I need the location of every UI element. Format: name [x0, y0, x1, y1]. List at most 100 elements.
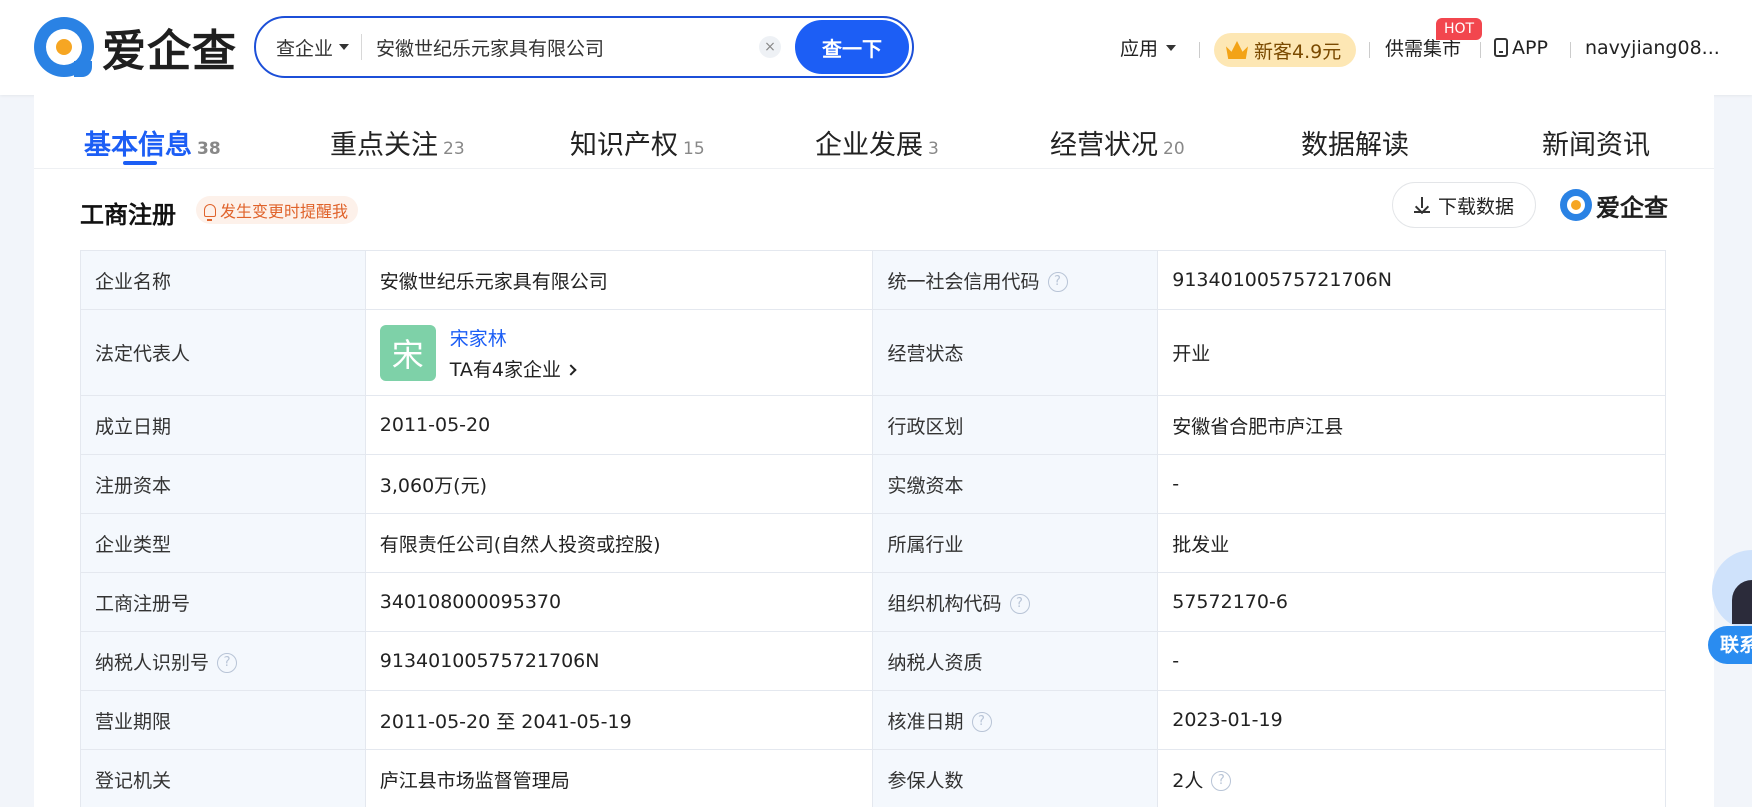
tab-count: 3 — [928, 139, 939, 159]
founded-value: 2011-05-20 — [364, 395, 874, 455]
cell-label: 纳税人识别号? — [80, 631, 366, 691]
app-menu[interactable]: 应用 — [1120, 0, 1177, 95]
org-code-label: 组织机构代码 — [887, 592, 1002, 615]
search-type-label: 查企业 — [276, 37, 334, 60]
search-input[interactable]: 安徽世纪乐元家具有限公司 — [376, 34, 759, 61]
logo-icon — [1560, 189, 1592, 221]
credit-code-value: 91340100575721706N — [1157, 250, 1666, 310]
tab-ip[interactable]: 知识产权 15 — [570, 123, 705, 162]
table-row: 工商注册号 340108000095370 组织机构代码? 57572170-6 — [80, 572, 1666, 632]
taxpayer-id-label: 纳税人识别号 — [95, 651, 210, 674]
cell-label: 企业名称 — [80, 250, 366, 310]
app-download-link[interactable]: APP — [1494, 0, 1548, 95]
user-menu[interactable]: navyjiang08... — [1585, 0, 1720, 95]
cell-label: 纳税人资质 — [872, 631, 1159, 691]
org-code-value: 57572170-6 — [1157, 572, 1666, 632]
brand-text: 爱企查 — [1596, 193, 1668, 222]
insured-value: 2人 — [1172, 769, 1204, 792]
phone-icon — [1494, 38, 1508, 57]
tab-label: 新闻资讯 — [1542, 130, 1650, 161]
table-row: 注册资本 3,060万(元) 实缴资本 - — [80, 454, 1666, 514]
legal-rep-link[interactable]: 宋家林 — [450, 324, 575, 351]
contact-button[interactable]: 联系 — [1708, 626, 1752, 664]
cell-label: 参保人数 — [872, 749, 1159, 807]
tab-label: 重点关注 — [330, 130, 438, 161]
cell-label: 工商注册号 — [80, 572, 366, 632]
market-link[interactable]: 供需集市 — [1385, 0, 1461, 95]
table-row: 法定代表人 宋 宋家林 TA有4家企业 经营状态 开业 — [80, 309, 1666, 396]
cell-label: 注册资本 — [80, 454, 366, 514]
contact-float-widget[interactable]: 联系 — [1708, 550, 1752, 670]
app-link-label: APP — [1512, 36, 1548, 59]
cell-label: 营业期限 — [80, 690, 366, 750]
insured-cell: 2人? — [1157, 749, 1666, 807]
cell-label: 行政区划 — [872, 395, 1159, 455]
company-name-value: 安徽世纪乐元家具有限公司 — [364, 250, 874, 310]
help-icon[interactable]: ? — [217, 653, 238, 673]
paid-capital-value: - — [1157, 454, 1666, 514]
search-button[interactable]: 查一下 — [795, 20, 909, 74]
cell-label: 核准日期? — [872, 690, 1159, 750]
help-icon[interactable]: ? — [1047, 272, 1068, 292]
remind-label: 发生变更时提醒我 — [220, 202, 349, 221]
avatar[interactable]: 宋 — [379, 324, 436, 381]
help-icon[interactable]: ? — [1009, 594, 1030, 614]
nav-divider — [1480, 42, 1481, 58]
chevron-down-icon — [1166, 44, 1177, 51]
download-icon — [1413, 197, 1430, 213]
promo-label: 新客4.9元 — [1254, 40, 1342, 63]
company-detail-panel: 基本信息 38 重点关注 23 知识产权 15 企业发展 3 经营状况 20 数据解读 新… — [34, 95, 1714, 807]
table-row: 企业类型 有限责任公司(自然人投资或控股) 所属行业 批发业 — [80, 513, 1666, 573]
new-customer-promo[interactable]: 新客4.9元 — [1214, 33, 1356, 67]
tab-key-focus[interactable]: 重点关注 23 — [330, 123, 465, 162]
region-value: 安徽省合肥市庐江县 — [1157, 395, 1666, 455]
table-row: 成立日期 2011-05-20 行政区划 安徽省合肥市庐江县 — [80, 395, 1666, 455]
legal-rep-cell: 宋 宋家林 TA有4家企业 — [364, 309, 874, 396]
search-type-dropdown[interactable]: 查企业 — [276, 34, 350, 61]
reg-no-value: 340108000095370 — [364, 572, 874, 632]
tab-basic-info[interactable]: 基本信息 38 — [84, 123, 221, 162]
tab-data-insight[interactable]: 数据解读 — [1301, 123, 1409, 162]
tab-operations[interactable]: 经营状况 20 — [1050, 123, 1185, 162]
nav-divider — [1369, 42, 1370, 58]
help-icon[interactable]: ? — [1211, 771, 1232, 791]
approve-date-value: 2023-01-19 — [1157, 690, 1666, 750]
cell-label: 所属行业 — [872, 513, 1159, 573]
tab-count: 20 — [1163, 139, 1185, 159]
help-icon[interactable]: ? — [971, 712, 992, 732]
app-menu-label: 应用 — [1120, 38, 1159, 60]
download-data-button[interactable]: 下载数据 — [1392, 182, 1536, 228]
taxpayer-qual-value: - — [1157, 631, 1666, 691]
tab-news[interactable]: 新闻资讯 — [1542, 123, 1650, 162]
logo[interactable]: 爱企查 — [34, 16, 237, 78]
reg-capital-value: 3,060万(元) — [364, 454, 874, 514]
tab-count: 15 — [683, 139, 705, 159]
section-title: 工商注册 — [80, 201, 176, 229]
chevron-right-icon — [565, 364, 577, 376]
table-row: 纳税人识别号? 91340100575721706N 纳税人资质 - — [80, 631, 1666, 691]
tab-label: 基本信息 — [84, 130, 192, 161]
credit-code-label: 统一社会信用代码 — [887, 270, 1040, 293]
nav-divider — [1570, 42, 1571, 58]
download-label: 下载数据 — [1437, 195, 1514, 218]
search-bar: 查企业 安徽世纪乐元家具有限公司 × 查一下 — [254, 16, 914, 78]
status-value: 开业 — [1157, 309, 1666, 396]
table-row: 企业名称 安徽世纪乐元家具有限公司 统一社会信用代码? 913401005757… — [80, 250, 1666, 310]
industry-value: 批发业 — [1157, 513, 1666, 573]
bell-icon — [204, 203, 216, 221]
table-row: 营业期限 2011-05-20 至 2041-05-19 核准日期? 2023-… — [80, 690, 1666, 750]
clear-icon[interactable]: × — [759, 36, 781, 58]
taxpayer-id-value: 91340100575721706N — [364, 631, 874, 691]
approve-date-label: 核准日期 — [887, 710, 964, 733]
change-remind-button[interactable]: 发生变更时提醒我 — [196, 196, 359, 224]
registration-info-table: 企业名称 安徽世纪乐元家具有限公司 统一社会信用代码? 913401005757… — [80, 250, 1666, 807]
tab-count: 38 — [197, 139, 221, 159]
table-row: 登记机关 庐江县市场监督管理局 参保人数 2人? — [80, 749, 1666, 807]
tab-label: 经营状况 — [1050, 130, 1158, 161]
logo-text: 爱企查 — [102, 26, 237, 77]
cell-label: 法定代表人 — [80, 309, 366, 396]
tab-development[interactable]: 企业发展 3 — [815, 123, 939, 162]
legal-rep-companies-link[interactable]: TA有4家企业 — [450, 355, 577, 382]
tab-bar: 基本信息 38 重点关注 23 知识产权 15 企业发展 3 经营状况 20 数据解读 新… — [34, 95, 1714, 169]
top-header: 爱企查 查企业 安徽世纪乐元家具有限公司 × 查一下 应用 新客4.9元 供需集… — [0, 0, 1752, 95]
